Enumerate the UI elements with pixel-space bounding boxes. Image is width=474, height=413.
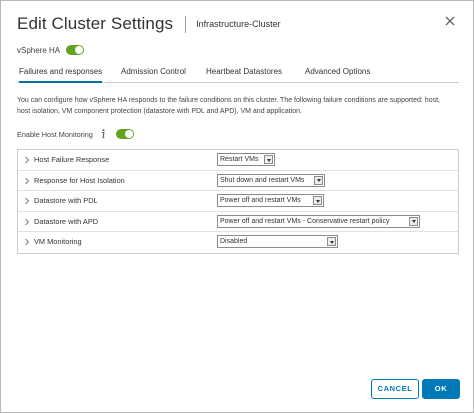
- tab-heartbeat-datastores[interactable]: Heartbeat Datastores: [206, 65, 282, 83]
- info-icon[interactable]: [99, 129, 107, 139]
- tab-advanced-options[interactable]: Advanced Options: [305, 65, 370, 83]
- select-value: Power off and restart VMs - Conservative…: [220, 217, 390, 225]
- datastore-pdl-response-select[interactable]: Power off and restart VMs: [217, 194, 324, 208]
- tab-bar: Failures and responses Admission Control…: [17, 65, 459, 83]
- close-icon[interactable]: [443, 14, 457, 28]
- vsphere-ha-label: vSphere HA: [17, 45, 61, 55]
- select-value: Restart VMs: [220, 156, 259, 163]
- response-row-label: VM Monitoring: [34, 237, 82, 247]
- select-value: Shut down and restart VMs: [220, 176, 305, 184]
- host-failure-response-select[interactable]: Restart VMs: [217, 153, 275, 166]
- dropdown-arrow-icon[interactable]: [327, 237, 336, 247]
- response-row-label: Response for Host Isolation: [34, 175, 125, 185]
- cancel-button[interactable]: CANCEL: [371, 379, 419, 399]
- tab-admission-control[interactable]: Admission Control: [121, 65, 186, 83]
- select-value: Disabled: [220, 238, 248, 246]
- vm-monitoring-select[interactable]: Disabled: [217, 235, 338, 249]
- chevron-right-icon[interactable]: [24, 218, 30, 226]
- host-monitoring-toggle[interactable]: [115, 129, 134, 139]
- tab-failures-and-responses[interactable]: Failures and responses: [19, 65, 103, 83]
- host-isolation-response-select[interactable]: Shut down and restart VMs: [217, 173, 325, 187]
- chevron-right-icon[interactable]: [24, 156, 30, 164]
- chevron-right-icon[interactable]: [24, 197, 30, 205]
- response-row-label: Host Failure Response: [34, 155, 110, 164]
- response-row-host-isolation[interactable]: Response for Host Isolation Shut down an…: [18, 171, 458, 192]
- response-row-host-failure[interactable]: Host Failure Response Restart VMs: [18, 150, 458, 171]
- cluster-name: Infrastructure-Cluster: [196, 19, 281, 29]
- vsphere-ha-toggle[interactable]: [66, 45, 85, 55]
- edit-cluster-settings-dialog: Edit Cluster Settings Infrastructure-Clu…: [0, 0, 474, 413]
- host-monitoring-label: Enable Host Monitoring: [17, 129, 93, 139]
- title-divider: [185, 15, 187, 33]
- dropdown-arrow-icon[interactable]: [409, 216, 418, 226]
- chevron-right-icon[interactable]: [24, 177, 30, 185]
- select-value: Power off and restart VMs: [220, 197, 301, 205]
- failure-conditions-description: You can configure how vSphere HA respond…: [17, 97, 440, 115]
- response-row-datastore-apd[interactable]: Datastore with APD Power off and restart…: [18, 212, 458, 233]
- chevron-right-icon[interactable]: [24, 238, 30, 246]
- dialog-title: Edit Cluster Settings: [17, 14, 174, 33]
- vsphere-ha-row: vSphere HA: [17, 43, 85, 57]
- ok-button[interactable]: OK: [422, 379, 460, 399]
- response-row-datastore-pdl[interactable]: Datastore with PDL Power off and restart…: [18, 191, 458, 212]
- host-monitoring-row: Enable Host Monitoring: [17, 128, 134, 140]
- dropdown-arrow-icon[interactable]: [314, 175, 323, 185]
- response-row-label: Datastore with PDL: [34, 196, 98, 206]
- dialog-header: Edit Cluster Settings Infrastructure-Clu…: [17, 13, 281, 35]
- dropdown-arrow-icon[interactable]: [264, 155, 273, 164]
- response-row-vm-monitoring[interactable]: VM Monitoring Disabled: [18, 232, 458, 253]
- dropdown-arrow-icon[interactable]: [313, 196, 322, 206]
- datastore-apd-response-select[interactable]: Power off and restart VMs - Conservative…: [217, 214, 420, 228]
- response-row-label: Datastore with APD: [34, 216, 99, 226]
- failure-responses-stack: Host Failure Response Restart VMs Respon…: [17, 149, 459, 254]
